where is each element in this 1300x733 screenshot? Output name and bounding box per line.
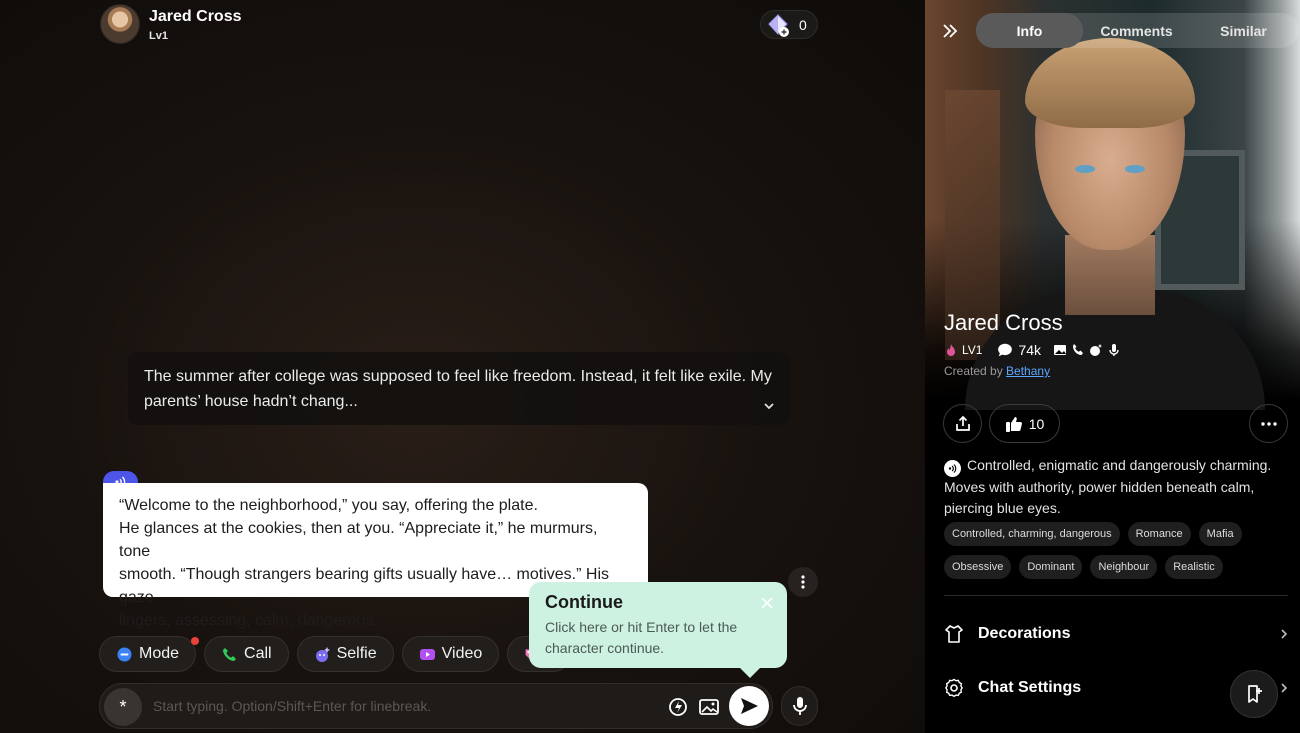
tag[interactable]: Dominant [1019, 555, 1083, 579]
thumbs-up-icon [1005, 416, 1022, 432]
portrait-hair [1025, 38, 1195, 128]
tag[interactable]: Neighbour [1090, 555, 1158, 579]
created-by: Created by Bethany [944, 364, 1050, 378]
selfie-label: Selfie [336, 645, 377, 662]
tag[interactable]: Mafia [1198, 522, 1242, 546]
portrait-eye [1125, 165, 1145, 173]
close-icon[interactable] [761, 597, 773, 609]
mode-button[interactable]: Mode [99, 636, 200, 672]
microphone-icon [792, 697, 807, 715]
phone-icon [223, 647, 237, 661]
continue-tooltip[interactable]: Continue Click here or hit Enter to let … [529, 582, 787, 678]
chat-count: 74k [1018, 342, 1042, 358]
selfie-icon [315, 646, 330, 662]
selfie-button[interactable]: Selfie [296, 636, 394, 672]
more-horizontal-icon [1260, 421, 1277, 426]
panel-level: LV1 [962, 343, 983, 357]
share-button[interactable] [943, 404, 982, 443]
character-stats: LV1 74k [944, 342, 1121, 358]
tag-list: Controlled, charming, dangerous Romance … [944, 522, 1289, 579]
tab-comments[interactable]: Comments [1083, 13, 1190, 48]
voice-input-button[interactable] [781, 686, 818, 726]
decorations-row[interactable]: Decorations [944, 616, 1288, 652]
gear-icon [945, 678, 963, 698]
creator-link[interactable]: Bethany [1006, 364, 1050, 378]
character-panel: Info Comments Similar Jared Cross LV1 74… [925, 0, 1300, 733]
video-label: Video [441, 645, 483, 662]
gem-icon [768, 13, 789, 37]
character-name[interactable]: Jared Cross [149, 8, 242, 26]
more-vertical-icon [801, 575, 805, 589]
shirt-icon [945, 625, 963, 643]
tab-info[interactable]: Info [976, 13, 1083, 48]
mode-icon [117, 647, 132, 661]
chevron-right-icon [1281, 629, 1288, 639]
action-pills: Mode Call Selfie Video P [99, 636, 572, 672]
tooltip-text: Click here or hit Enter to let the chara… [545, 619, 738, 656]
voice-feature-icon [1109, 344, 1119, 356]
message-more-button[interactable] [788, 567, 818, 597]
voice-preview-icon[interactable] [944, 460, 961, 477]
bookmark-add-icon [1248, 685, 1262, 703]
chat-settings-label: Chat Settings [978, 679, 1082, 696]
created-by-label: Created by [944, 364, 1003, 378]
description-text: Controlled, enigmatic and dangerously ch… [944, 457, 1272, 516]
call-label: Call [244, 645, 272, 662]
character-message: “Welcome to the neighborhood,” you say, … [103, 483, 648, 629]
mode-label: Mode [139, 645, 180, 662]
message-line: “Welcome to the neighborhood,” you say, … [119, 497, 538, 514]
gem-balance[interactable]: 0 [760, 10, 818, 39]
selfie-feature-icon [1090, 344, 1103, 356]
tab-similar[interactable]: Similar [1190, 13, 1297, 48]
panel-tabs: Info Comments Similar [976, 13, 1299, 48]
flame-icon [947, 344, 955, 356]
tag[interactable]: Romance [1127, 522, 1191, 546]
narration-card[interactable]: The summer after college was supposed to… [128, 352, 790, 425]
tag[interactable]: Realistic [1165, 555, 1223, 579]
send-icon [741, 698, 758, 714]
notification-dot [191, 637, 200, 645]
gem-count: 0 [799, 16, 807, 33]
chat-bubble-icon [998, 343, 1013, 357]
image-feature-icon [1054, 345, 1067, 355]
divider [944, 595, 1288, 596]
character-avatar[interactable] [100, 4, 140, 44]
video-button[interactable]: Video [401, 636, 500, 672]
like-count: 10 [1028, 415, 1045, 432]
character-portrait [925, 0, 1300, 410]
share-icon [955, 415, 970, 431]
message-composer: * [99, 683, 773, 729]
send-button[interactable] [729, 686, 769, 726]
narration-text: The summer after college was supposed to… [144, 368, 772, 410]
chevron-right-icon [1281, 683, 1288, 693]
call-feature-icon [1073, 344, 1084, 355]
tooltip-arrow [740, 668, 760, 678]
collapse-panel-icon[interactable] [941, 22, 959, 40]
image-icon[interactable] [698, 696, 720, 718]
like-button[interactable]: 10 [989, 404, 1060, 443]
character-level: Lv1 [149, 30, 168, 42]
message-input[interactable] [153, 695, 593, 717]
bookmark-button[interactable] [1230, 670, 1278, 718]
auto-reply-icon[interactable] [667, 696, 689, 718]
more-options-button[interactable] [1249, 404, 1288, 443]
tag[interactable]: Controlled, charming, dangerous [944, 522, 1120, 546]
character-description: Controlled, enigmatic and dangerously ch… [944, 455, 1284, 518]
call-button[interactable]: Call [204, 636, 289, 672]
suggest-button[interactable]: * [104, 688, 142, 726]
tag[interactable]: Obsessive [944, 555, 1012, 579]
panel-character-name: Jared Cross [944, 310, 1063, 335]
video-icon [419, 648, 435, 660]
portrait-eye [1075, 165, 1095, 173]
tooltip-title: Continue [545, 592, 623, 612]
decorations-label: Decorations [978, 625, 1071, 642]
message-line: He glances at the cookies, then at you. … [119, 520, 598, 560]
chat-area: Jared Cross Lv1 0 The summer after colle… [0, 0, 925, 733]
chevron-down-icon[interactable] [762, 399, 776, 413]
